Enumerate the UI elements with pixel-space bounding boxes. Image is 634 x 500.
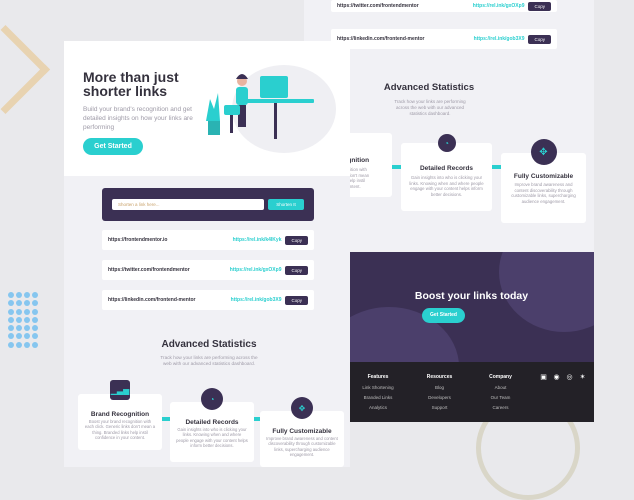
card-description: Improve brand awareness and content disc… (511, 182, 576, 204)
original-url: https://frontendmentor.io (108, 237, 168, 243)
footer-link[interactable]: Blog (412, 385, 467, 390)
footer-link[interactable]: Support (412, 405, 467, 410)
feature-card-custom: ✥ Fully Customizable Improve brand aware… (501, 139, 586, 223)
footer-link[interactable]: Our Team (473, 395, 528, 400)
chart-icon: ▁▃▅ (110, 380, 130, 400)
footer-heading: Resources (426, 374, 453, 380)
boost-banner: Boost your links today Get Started (349, 252, 594, 362)
card-description: Improve brand awareness and content disc… (266, 436, 338, 458)
instagram-icon[interactable]: ◉ (553, 374, 560, 381)
mobile-preview: More than just shorter links Build your … (64, 41, 350, 467)
footer-link[interactable]: Branded Links (349, 395, 407, 400)
copy-button[interactable]: Copy (285, 265, 308, 275)
footer-column-company: Company About Our Team Careers (473, 374, 528, 415)
short-url[interactable]: https://rel.ink/k4lKyk (233, 237, 282, 243)
gauge-icon: ◔ (437, 134, 456, 152)
copy-button[interactable]: Copy (285, 235, 308, 245)
social-links: ▣ ◉ ◎ ✶ (540, 374, 586, 381)
link-result-row: https://linkedin.com/frontend-mentor htt… (331, 29, 557, 49)
footer-heading: Company (489, 374, 512, 380)
feature-card-records: ◔ Detailed Records Gain insights into wh… (170, 388, 254, 462)
feature-card-records: ◔ Detailed Records Gain insights into wh… (401, 134, 492, 211)
link-result-row: https://twitter.com/frontendmentor https… (331, 0, 557, 12)
boost-title: Boost your links today (414, 290, 529, 302)
link-result-row: https://frontendmentor.io https://rel.in… (102, 230, 314, 250)
brush-icon: ✥ (530, 139, 557, 165)
gauge-icon: ◔ (201, 388, 223, 410)
chevron-decoration (0, 24, 51, 115)
original-url: https://twitter.com/frontendmentor (108, 267, 190, 273)
card-title: Detailed Records (419, 165, 474, 172)
hero-title: More than just shorter links (83, 69, 179, 99)
stats-title: Advanced Statistics (383, 82, 475, 93)
card-description: Gain insights into who is clicking your … (176, 427, 248, 449)
hero-section: More than just shorter links Build your … (64, 41, 350, 176)
footer-heading: Features (367, 374, 389, 380)
copy-button[interactable]: Copy (285, 295, 308, 305)
card-description: Boost your brand recognition with each c… (84, 419, 156, 441)
link-result-row: https://twitter.com/frontendmentor https… (102, 260, 314, 280)
card-description: Gain insights into who is clicking your … (409, 175, 484, 197)
stats-description: Track how your links are performing acro… (394, 99, 466, 116)
card-title: Brand Recognition (90, 411, 150, 418)
footer-column-features: Features Link Shortening Branded Links A… (349, 374, 407, 415)
feature-card-custom: ✥ Fully Customizable Improve brand aware… (260, 397, 344, 467)
original-url: https://twitter.com/frontendmentor (337, 3, 419, 9)
short-url[interactable]: https://rel.ink/gxOXp9 (230, 267, 282, 273)
footer-column-resources: Resources Blog Developers Support (412, 374, 467, 415)
copy-button[interactable]: Copy (528, 34, 551, 44)
footer-link[interactable]: Developers (412, 395, 467, 400)
stats-title: Advanced Statistics (161, 339, 257, 350)
copy-button[interactable]: Copy (528, 1, 551, 11)
short-url[interactable]: https://rel.ink/gob3X9 (231, 297, 282, 303)
footer: Features Link Shortening Branded Links A… (349, 362, 594, 422)
card-title: Fully Customizable (513, 173, 574, 180)
stats-description: Track how your links are performing acro… (160, 355, 258, 367)
get-started-button[interactable]: Get Started (422, 308, 465, 323)
footer-link[interactable]: Link Shortening (349, 385, 407, 390)
working-illustration (206, 65, 336, 153)
url-input[interactable]: Shorten a link here... (112, 199, 264, 210)
card-title: Detailed Records (185, 419, 239, 426)
short-url[interactable]: https://rel.ink/gxOXp9 (473, 3, 525, 9)
brush-icon: ✥ (291, 397, 313, 419)
facebook-icon[interactable]: ▣ (540, 374, 547, 381)
pinterest-icon[interactable]: ◎ (566, 374, 573, 381)
shorten-button[interactable]: Shorten It (268, 199, 304, 210)
original-url: https://linkedin.com/frontend-mentor (337, 36, 425, 42)
twitter-icon[interactable]: ✶ (579, 374, 586, 381)
link-result-row: https://linkedin.com/frontend-mentor htt… (102, 290, 314, 310)
original-url: https://linkedin.com/frontend-mentor (108, 297, 196, 303)
get-started-button[interactable]: Get Started (83, 138, 143, 155)
hero-text: Build your brand's recognition and get d… (83, 106, 193, 131)
shorten-form: Shorten a link here... Shorten It (102, 188, 314, 221)
footer-link[interactable]: Careers (473, 405, 528, 410)
feature-card-brand: ▁▃▅ Brand Recognition Boost your brand r… (78, 380, 162, 450)
short-url[interactable]: https://rel.ink/gob3X9 (474, 36, 525, 42)
card-title: Fully Customizable (272, 428, 332, 435)
footer-link[interactable]: About (473, 385, 528, 390)
dot-pattern-decoration (8, 292, 40, 348)
footer-link[interactable]: Analytics (349, 405, 407, 410)
